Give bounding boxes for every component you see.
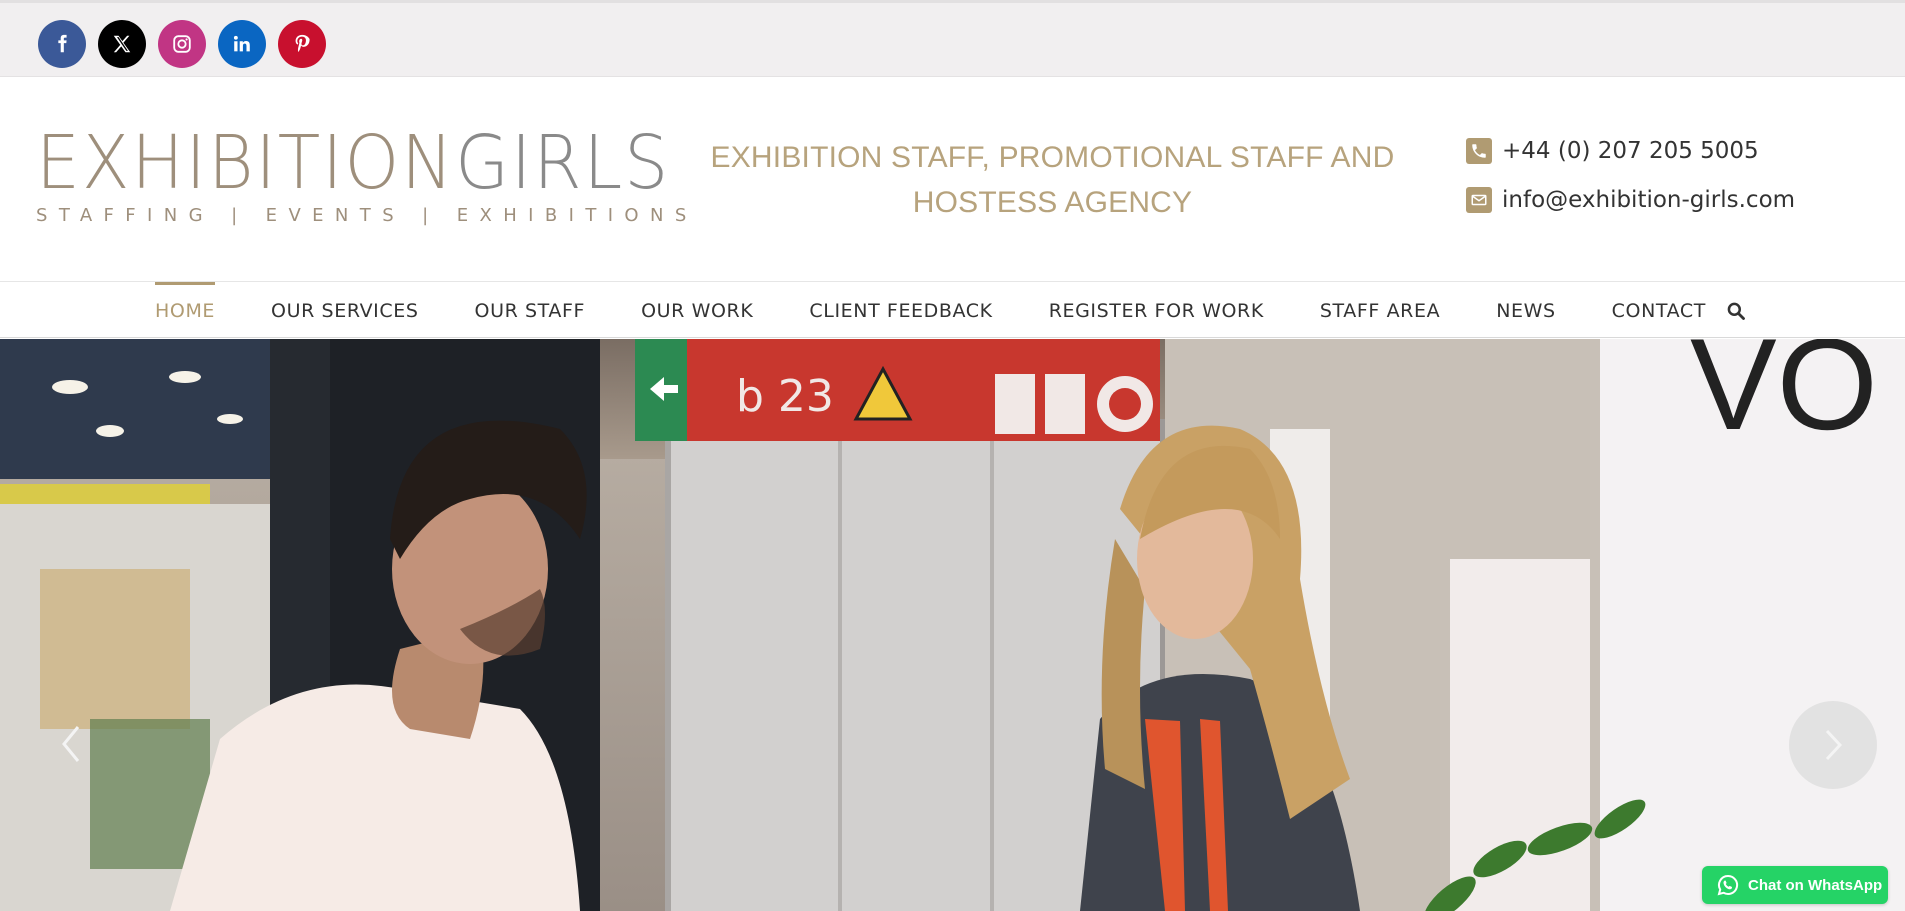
linkedin-icon[interactable] (218, 20, 266, 68)
slider-prev-arrow[interactable] (52, 719, 92, 769)
nav-item-staff-area[interactable]: STAFF AREA (1320, 282, 1440, 338)
phone-number: +44 (0) 207 205 5005 (1502, 138, 1759, 164)
x-icon[interactable] (98, 20, 146, 68)
search-icon[interactable] (1726, 301, 1746, 321)
whatsapp-label: Chat on WhatsApp (1748, 876, 1883, 894)
whatsapp-chat-button[interactable]: Chat on WhatsApp (1702, 866, 1888, 904)
logo-wordmark: EXHIBITIONGIRLS (36, 126, 668, 200)
nav-item-client-feedback[interactable]: CLIENT FEEDBACK (809, 282, 992, 338)
nav-item-news[interactable]: NEWS (1496, 282, 1555, 338)
hero-slider: b 23 VO (0, 339, 1905, 911)
email-address: info@exhibition-girls.com (1502, 187, 1796, 213)
social-links (38, 20, 326, 68)
sign-text: b 23 (736, 371, 834, 422)
nav-item-register-for-work[interactable]: REGISTER FOR WORK (1049, 282, 1264, 338)
nav-item-our-work[interactable]: OUR WORK (641, 282, 753, 338)
nav-menu: HOME OUR SERVICES OUR STAFF OUR WORK CLI… (155, 282, 1762, 338)
email-link[interactable]: info@exhibition-girls.com (1466, 184, 1795, 216)
logo-part-1: EXHIBITION (36, 120, 456, 206)
pinterest-icon[interactable] (278, 20, 326, 68)
instagram-icon[interactable] (158, 20, 206, 68)
slider-next-button[interactable] (1789, 701, 1877, 789)
site-logo[interactable]: EXHIBITIONGIRLS STAFFING | EVENTS | EXHI… (36, 126, 698, 226)
phone-link[interactable]: +44 (0) 207 205 5005 (1466, 135, 1795, 167)
site-header: EXHIBITIONGIRLS STAFFING | EVENTS | EXHI… (0, 77, 1905, 282)
nav-item-our-services[interactable]: OUR SERVICES (271, 282, 418, 338)
nav-item-home[interactable]: HOME (155, 282, 216, 338)
header-tagline: EXHIBITION STAFF, PROMOTIONAL STAFF AND … (705, 135, 1400, 225)
wall-text: VO (1690, 339, 1878, 457)
header-contact: +44 (0) 207 205 5005 info@exhibition-gir… (1466, 135, 1795, 233)
logo-subtitle: STAFFING | EVENTS | EXHIBITIONS (36, 205, 698, 226)
tagline-line-2: HOSTESS AGENCY (912, 186, 1193, 219)
nav-item-contact[interactable]: CONTACT (1612, 282, 1706, 338)
envelope-icon (1466, 187, 1492, 213)
social-bar (0, 0, 1905, 77)
nav-item-our-staff[interactable]: OUR STAFF (475, 282, 586, 338)
logo-part-2: GIRLS (455, 120, 671, 206)
whatsapp-icon (1717, 874, 1739, 896)
tagline-line-1: EXHIBITION STAFF, PROMOTIONAL STAFF AND (710, 141, 1395, 174)
main-nav: HOME OUR SERVICES OUR STAFF OUR WORK CLI… (0, 282, 1905, 338)
chevron-right-icon (1825, 729, 1843, 761)
hero-image: b 23 VO (0, 339, 1905, 911)
facebook-icon[interactable] (38, 20, 86, 68)
phone-icon (1466, 138, 1492, 164)
